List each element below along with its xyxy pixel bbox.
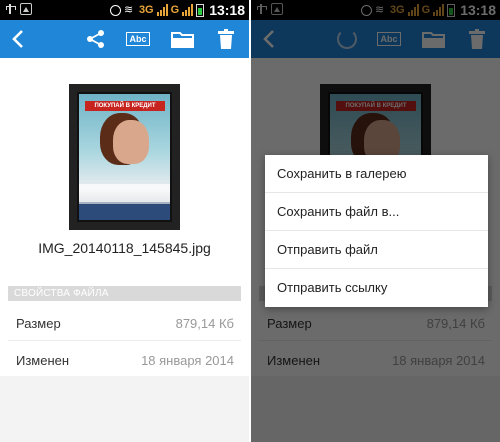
property-row: Изменен 18 января 2014	[16, 353, 234, 368]
property-label: Изменен	[16, 353, 70, 368]
back-button[interactable]	[0, 20, 36, 58]
section-header: СВОЙСТВА ФАЙЛА	[8, 286, 241, 301]
poster-image: ПОКУПАЙ В КРЕДИТ	[77, 92, 172, 222]
property-value: 18 января 2014	[141, 353, 234, 368]
image-preview[interactable]: ПОКУПАЙ В КРЕДИТ	[69, 84, 180, 230]
menu-item-send-link[interactable]: Отправить ссылку	[265, 269, 488, 307]
text-recognition-icon: Abc	[126, 32, 150, 46]
trash-icon	[218, 29, 234, 49]
status-bar: ≋ 3G G 13:18	[0, 0, 249, 20]
property-value: 879,14 Кб	[175, 316, 234, 331]
share-icon	[87, 30, 104, 48]
file-details: ПОКУПАЙ В КРЕДИТ IMG_20140118_145845.jpg…	[0, 58, 249, 376]
battery-icon	[196, 3, 205, 17]
network-g-label: G	[170, 4, 180, 16]
context-menu: Сохранить в галерею Сохранить файл в... …	[265, 155, 488, 307]
share-button[interactable]	[78, 20, 114, 58]
property-label: Размер	[16, 316, 61, 331]
text-recognition-button[interactable]: Abc	[120, 20, 156, 58]
image-icon	[20, 3, 32, 15]
file-details-screen: ≋ 3G G 13:18 Abc ПОКУПАЙ В КРЕДИТ IMG_20…	[0, 0, 249, 442]
signal-icon	[182, 4, 194, 16]
file-name: IMG_20140118_145845.jpg	[38, 240, 211, 256]
file-menu-screen: ≋ 3G G 13:18 Abc	[251, 0, 500, 442]
toolbar: Abc	[0, 20, 249, 58]
signal-icon	[156, 4, 168, 16]
screens: ≋ 3G G 13:18 Abc ПОКУПАЙ В КРЕДИТ IMG_20…	[0, 0, 500, 442]
menu-item-save-file-to[interactable]: Сохранить файл в...	[265, 193, 488, 231]
poster-headline: ПОКУПАЙ В КРЕДИТ	[85, 101, 165, 111]
clock: 13:18	[209, 2, 245, 18]
property-row: Размер 879,14 Кб	[16, 316, 234, 331]
menu-item-send-file[interactable]: Отправить файл	[265, 231, 488, 269]
delete-button[interactable]	[208, 20, 244, 58]
usb-icon	[4, 3, 16, 15]
menu-item-save-to-gallery[interactable]: Сохранить в галерею	[265, 155, 488, 193]
back-arrow-icon	[12, 30, 23, 48]
folder-icon	[171, 32, 194, 48]
network-3g-label: 3G	[138, 4, 154, 16]
divider	[8, 340, 241, 341]
move-to-folder-button[interactable]	[165, 20, 201, 58]
alarm-icon	[109, 4, 121, 16]
wifi-icon: ≋	[123, 4, 134, 16]
